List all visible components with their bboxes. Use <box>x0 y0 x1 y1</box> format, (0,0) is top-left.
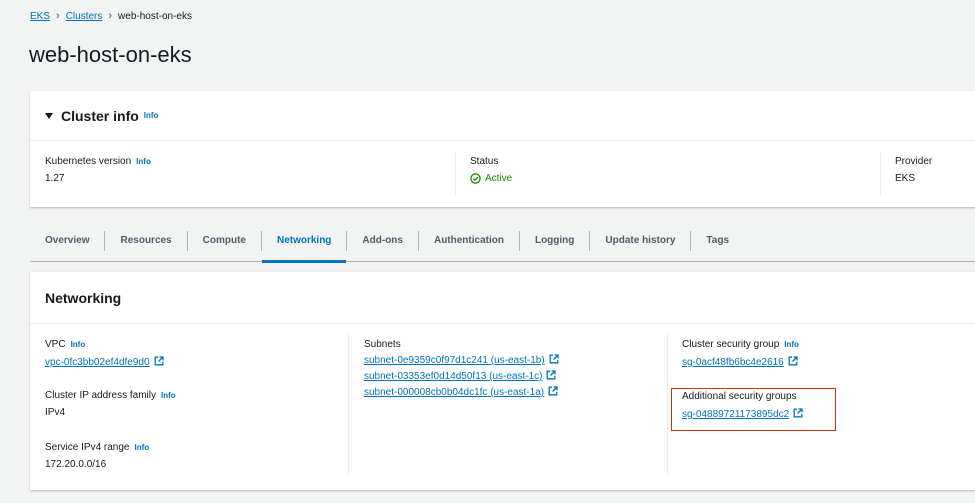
chevron-right-icon: › <box>56 10 60 22</box>
subnet-link[interactable]: subnet-0e9359c0f97d1c241 (us-east-1b) <box>364 355 545 366</box>
breadcrumb-eks[interactable]: EKS <box>30 11 50 22</box>
cluster-info-info-link[interactable]: Info <box>144 111 159 120</box>
subnets-field: Subnets subnet-0e9359c0f97d1c241 (us-eas… <box>364 339 559 398</box>
cluster-info-panel: Cluster info Info Kubernetes version Info… <box>30 91 975 207</box>
service-range-value: 172.20.0.0/16 <box>45 459 107 470</box>
tab-networking[interactable]: Networking <box>261 230 348 263</box>
divider <box>667 334 668 474</box>
external-link-icon[interactable] <box>154 356 164 366</box>
tab-update-history[interactable]: Update history <box>590 230 692 251</box>
tab-tags[interactable]: Tags <box>691 231 744 251</box>
cluster-info-title: Cluster info <box>61 107 139 124</box>
highlight-box <box>671 388 836 431</box>
status-badge: Active <box>470 173 512 184</box>
divider <box>880 151 881 196</box>
tab-bar: Overview Resources Compute Networking Ad… <box>30 220 975 263</box>
cluster-sg-field: Cluster security group Info sg-0acf48fb6b… <box>682 339 799 368</box>
service-range-info-link[interactable]: Info <box>135 443 150 452</box>
status-label: Status <box>470 156 499 167</box>
divider <box>348 334 349 474</box>
tab-overview[interactable]: Overview <box>30 230 106 251</box>
ip-family-info-link[interactable]: Info <box>161 391 176 400</box>
kubernetes-version-value: 1.27 <box>45 173 65 184</box>
breadcrumb-current: web-host-on-eks <box>118 10 192 22</box>
page-title: web-host-on-eks <box>29 42 192 67</box>
external-link-icon[interactable] <box>546 370 557 380</box>
ip-family-value: IPv4 <box>45 407 66 418</box>
subnet-link[interactable]: subnet-000008cb0b04dc1fc (us-east-1a) <box>364 387 544 398</box>
status-value: Active <box>485 173 513 184</box>
vpc-link[interactable]: vpc-0fc3bb02ef4dfe9d0 <box>45 357 150 368</box>
divider <box>455 151 456 196</box>
kubernetes-version-field: Kubernetes version Info 1.27 <box>45 156 151 184</box>
ip-family-field: Cluster IP address family Info IPv4 <box>45 390 176 418</box>
vpc-label: VPC <box>45 339 66 350</box>
provider-label: Provider <box>895 156 933 167</box>
external-link-icon[interactable] <box>548 386 558 396</box>
tab-add-ons[interactable]: Add-ons <box>347 230 419 251</box>
vpc-field: VPC Info vpc-0fc3bb02ef4dfe9d0 <box>45 339 164 368</box>
tab-compute[interactable]: Compute <box>188 230 262 251</box>
cluster-sg-link[interactable]: sg-0acf48fb6bc4e2616 <box>682 357 784 368</box>
subnet-link[interactable]: subnet-03353ef0d14d50f13 (us-east-1c) <box>364 371 542 382</box>
networking-header: Networking <box>30 272 975 324</box>
tab-resources[interactable]: Resources <box>105 230 188 251</box>
caret-down-icon[interactable] <box>45 112 53 119</box>
external-link-icon[interactable] <box>788 356 798 366</box>
networking-panel: Networking VPC Info vpc-0fc3bb02ef4dfe9d0… <box>30 272 975 490</box>
check-circle-icon <box>470 173 481 184</box>
service-range-label: Service IPv4 range <box>45 442 130 453</box>
cluster-sg-label: Cluster security group <box>682 339 780 350</box>
provider-value: EKS <box>895 173 916 184</box>
breadcrumb: EKS › Clusters › web-host-on-eks <box>30 10 192 22</box>
tab-logging[interactable]: Logging <box>520 230 591 251</box>
kubernetes-version-info-link[interactable]: Info <box>136 157 151 166</box>
breadcrumb-clusters[interactable]: Clusters <box>66 11 103 22</box>
vpc-info-link[interactable]: Info <box>71 340 86 349</box>
external-link-icon[interactable] <box>549 354 559 364</box>
service-range-field: Service IPv4 range Info 172.20.0.0/16 <box>45 442 149 470</box>
cluster-info-header[interactable]: Cluster info Info <box>30 91 975 141</box>
status-field: Status Active <box>470 156 512 184</box>
cluster-sg-info-link[interactable]: Info <box>784 340 799 349</box>
provider-field: Provider EKS <box>895 156 932 184</box>
chevron-right-icon: › <box>108 10 113 22</box>
ip-family-label: Cluster IP address family <box>45 390 156 401</box>
networking-title: Networking <box>45 289 122 306</box>
kubernetes-version-label: Kubernetes version <box>45 156 132 167</box>
subnets-label: Subnets <box>364 339 401 350</box>
tab-authentication[interactable]: Authentication <box>419 230 520 251</box>
